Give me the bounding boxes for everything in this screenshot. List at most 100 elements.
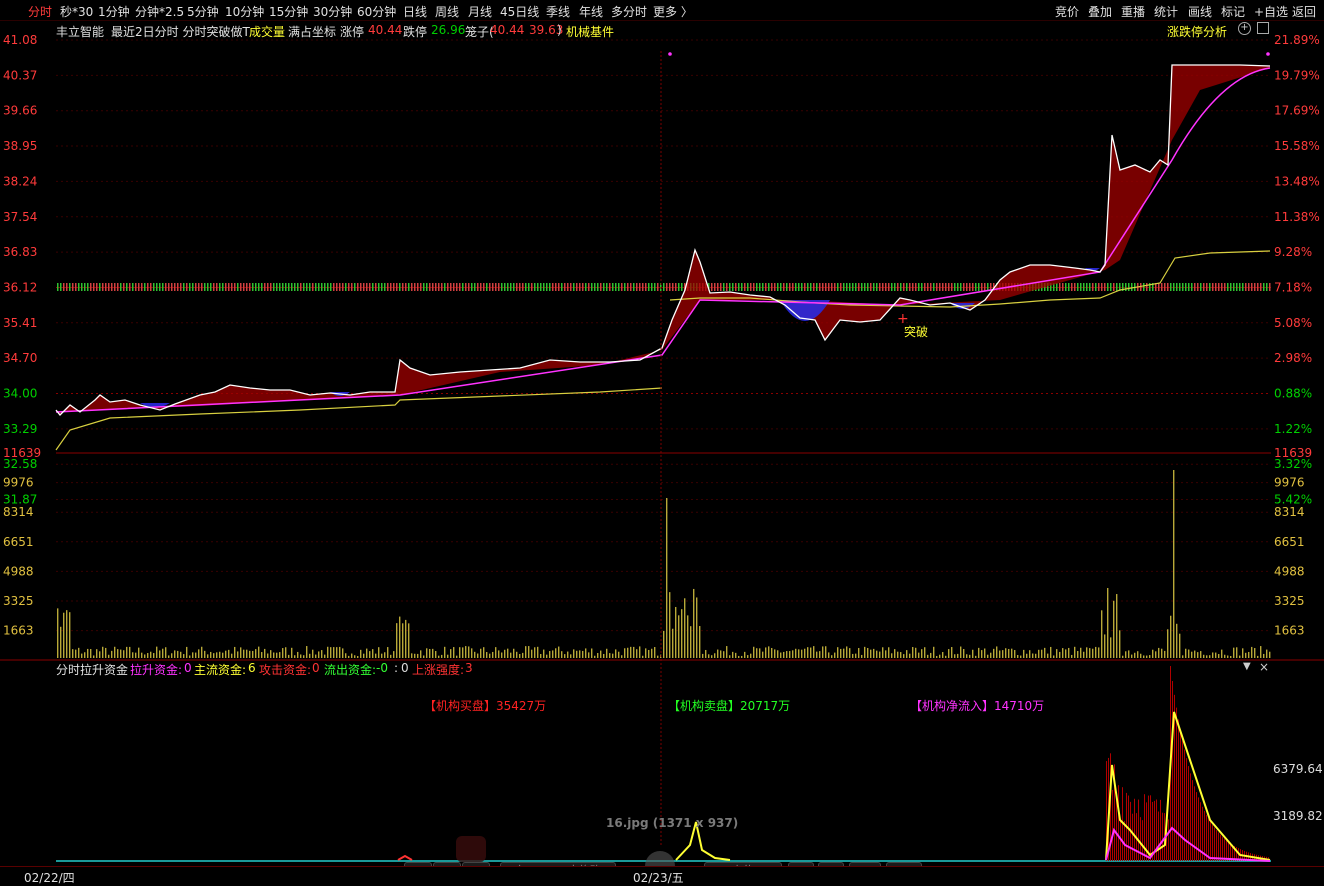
replay-button[interactable]: 重播 [1121,3,1145,20]
volume-bar [366,648,368,658]
stats-button[interactable]: 统计 [1154,3,1178,20]
indicator-name[interactable]: 分时拉升资金 [56,661,128,678]
tick-mark [93,283,95,291]
tick-mark [105,283,107,291]
indicator-bar [1132,813,1133,861]
period-tab-45day[interactable]: 45日线 [500,3,539,20]
period-tab-2-5min[interactable]: 分钟*2.5 [135,3,184,20]
tick-mark [84,283,86,291]
volume-bar [303,655,305,658]
tick-mark [1086,283,1088,291]
tick-mark [957,283,959,291]
indicator-bar [1116,795,1117,861]
tick-mark [822,283,824,291]
volume-bar [543,649,545,658]
volume-bar [834,652,836,658]
volume-bar [759,648,761,658]
volume-bar [1101,610,1103,658]
tick-mark [1248,283,1250,291]
tick-mark [810,283,812,291]
mark-button[interactable]: 标记 [1221,3,1245,20]
tick-mark [1233,283,1235,291]
period-tab-quarter[interactable]: 季线 [546,3,570,20]
tick-mark [642,283,644,291]
volume-bar [432,648,434,658]
volume-bar [330,647,332,658]
volume-bar [1194,650,1196,658]
volume-bar [429,648,431,658]
volume-bar [837,647,839,658]
tick-mark [654,283,656,291]
tick-mark [969,283,971,291]
volume-bar [795,648,797,658]
period-tab-day[interactable]: 日线 [403,3,427,20]
tick-mark [321,283,323,291]
tick-mark [525,283,527,291]
volume-bar [159,650,161,658]
volume-bar [588,652,590,658]
tick-mark [669,283,671,291]
tick-mark [237,283,239,291]
volume-bar [849,648,851,658]
tick-mark [171,283,173,291]
tick-mark [903,283,905,291]
period-tab-month[interactable]: 月线 [468,3,492,20]
period-tab-year[interactable]: 年线 [579,3,603,20]
volume-bar [846,646,848,658]
volume-bar [171,653,173,658]
tick-mark [288,283,290,291]
volume-bar [801,649,803,658]
volume-label-right: 8314 [1274,505,1305,519]
volume-bar [618,651,620,658]
volume-bar [210,651,212,658]
tick-mark [552,283,554,291]
volume-bar [1119,630,1121,658]
draw-line-button[interactable]: 画线 [1188,3,1212,20]
tick-mark [252,283,254,291]
period-tab-more[interactable]: 更多 〉 [653,3,693,20]
volume-bar [1266,649,1268,658]
volume-bar [114,646,116,658]
volume-bar [1023,649,1025,658]
add-watchlist-button[interactable]: +自选 [1254,3,1288,20]
volume-bar [963,649,965,658]
tick-mark [1209,283,1211,291]
volume-bar [816,651,818,658]
tick-mark [1071,283,1073,291]
dropdown-icon[interactable]: ▼ [1243,661,1251,672]
volume-bar [597,653,599,658]
indicator-bar [1188,766,1189,861]
volume-bar [1059,651,1061,658]
volume-bar [1242,648,1244,658]
volume-bar [651,648,653,658]
volume-bar [393,651,395,658]
volume-bar [981,650,983,658]
back-button[interactable]: 返回 [1292,3,1316,20]
period-tab-1min[interactable]: 1分钟 [98,3,130,20]
period-tab-60min[interactable]: 60分钟 [357,3,396,20]
period-tab-30min[interactable]: 30分钟 [313,3,352,20]
period-tab-15min[interactable]: 15分钟 [269,3,308,20]
tick-mark [867,283,869,291]
volume-bar [264,648,266,658]
period-tab-multi[interactable]: 多分时 [611,3,647,20]
close-icon[interactable]: × [1259,660,1269,674]
viewer-thumbnail-icon[interactable] [456,836,486,862]
volume-bar [168,655,170,658]
period-tab-5min[interactable]: 5分钟 [187,3,219,20]
tick-mark [858,283,860,291]
period-tab-10min[interactable]: 10分钟 [225,3,264,20]
period-tab-week[interactable]: 周线 [435,3,459,20]
volume-bar [111,650,113,658]
overlay-button[interactable]: 叠加 [1088,3,1112,20]
tick-mark [522,283,524,291]
period-tab-sec30[interactable]: 秒*30 [60,3,93,20]
auction-button[interactable]: 竞价 [1055,3,1079,20]
tick-mark [924,283,926,291]
tick-mark [279,283,281,291]
volume-bar [132,652,134,658]
volume-bar [1068,647,1070,658]
period-tab-intraday[interactable]: 分时 [28,3,52,20]
tick-mark [462,283,464,291]
intraday-chart[interactable]: 41.08 21.89% 40.37 19.79% 39.66 17.69% 38.95 15… [0,21,1324,867]
